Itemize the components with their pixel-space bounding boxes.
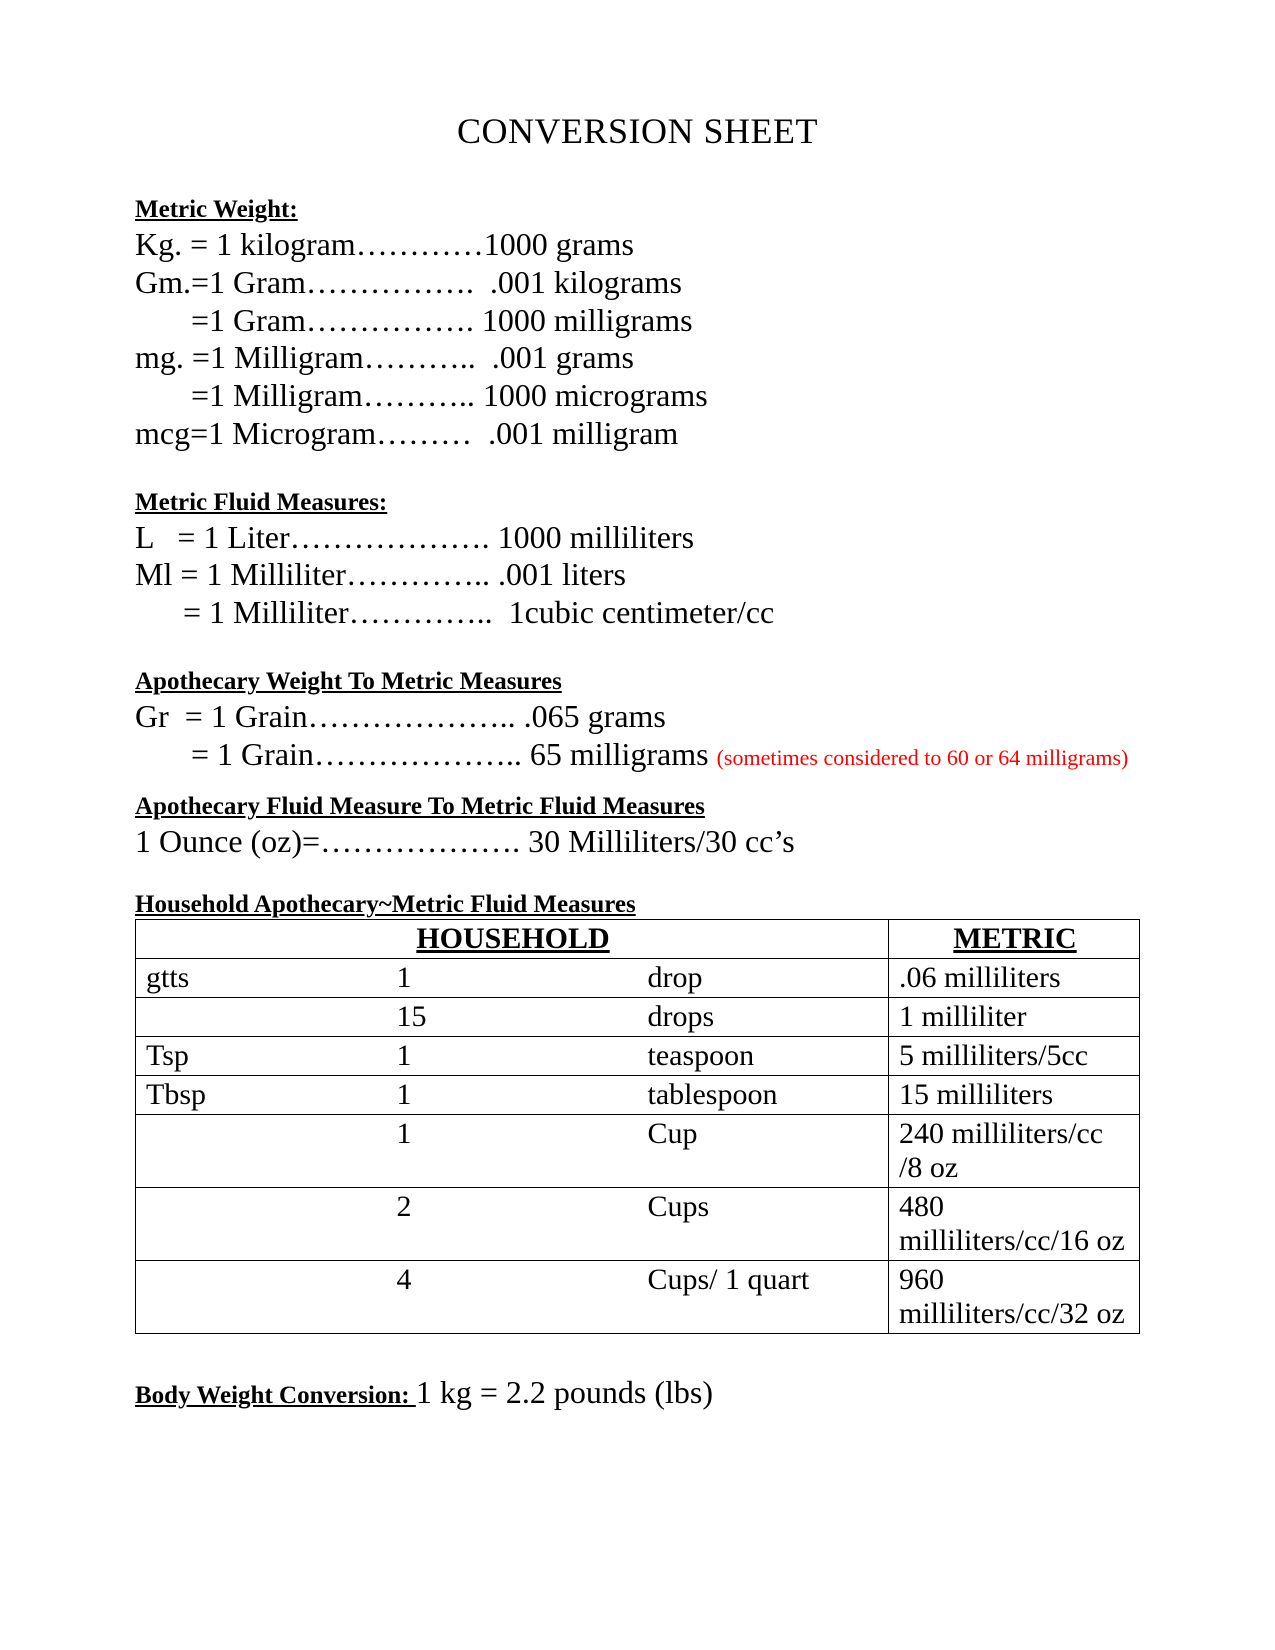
metric-weight-line: mcg=1 Microgram……… .001 milligram xyxy=(135,415,1140,453)
table-row: 15 drops 1 milliliter xyxy=(136,998,1140,1037)
section-body-weight: Body Weight Conversion: 1 kg = 2.2 pound… xyxy=(135,1374,1140,1411)
household-qty: 1 xyxy=(387,1115,638,1188)
household-abbr xyxy=(136,1115,387,1188)
metric-fluid-line: = 1 Milliliter………….. 1cubic centimeter/c… xyxy=(135,594,1140,632)
household-unit: Cups/ 1 quart xyxy=(638,1261,889,1334)
household-unit: Cup xyxy=(638,1115,889,1188)
household-unit: Cups xyxy=(638,1188,889,1261)
household-unit: drops xyxy=(638,998,889,1037)
household-qty: 4 xyxy=(387,1261,638,1334)
household-qty: 1 xyxy=(387,959,638,998)
household-abbr: Tbsp xyxy=(136,1076,387,1115)
metric-value: 960 milliliters/cc/32 oz xyxy=(889,1261,1140,1334)
section-apothecary-weight: Apothecary Weight To Metric Measures Gr … xyxy=(135,668,1140,774)
metric-value: 240 milliliters/cc /8 oz xyxy=(889,1115,1140,1188)
section-household: Household Apothecary~Metric Fluid Measur… xyxy=(135,891,1140,1334)
household-qty: 2 xyxy=(387,1188,638,1261)
apothecary-weight-line-with-note: = 1 Grain……………….. 65 milligrams (sometim… xyxy=(135,736,1140,774)
table-row: Tsp 1 teaspoon 5 milliliters/5cc xyxy=(136,1037,1140,1076)
apothecary-fluid-line: 1 Ounce (oz)=………………. 30 Milliliters/30 c… xyxy=(135,823,1140,861)
household-abbr xyxy=(136,998,387,1037)
household-qty: 15 xyxy=(387,998,638,1037)
table-row: 4 Cups/ 1 quart 960 milliliters/cc/32 oz xyxy=(136,1261,1140,1334)
section-apothecary-fluid: Apothecary Fluid Measure To Metric Fluid… xyxy=(135,793,1140,861)
body-weight-label: Body Weight Conversion: xyxy=(135,1382,416,1409)
metric-value: 15 milliliters xyxy=(889,1076,1140,1115)
household-unit: teaspoon xyxy=(638,1037,889,1076)
household-abbr: Tsp xyxy=(136,1037,387,1076)
household-abbr xyxy=(136,1261,387,1334)
metric-value: 480 milliliters/cc/16 oz xyxy=(889,1188,1140,1261)
household-abbr: gtts xyxy=(136,959,387,998)
section-metric-weight: Metric Weight: Kg. = 1 kilogram…………1000 … xyxy=(135,196,1140,453)
apothecary-weight-line: = 1 Grain……………….. 65 milligrams xyxy=(135,736,717,772)
heading-metric-fluid: Metric Fluid Measures: xyxy=(135,489,1140,517)
metric-value: .06 milliliters xyxy=(889,959,1140,998)
heading-apothecary-weight: Apothecary Weight To Metric Measures xyxy=(135,668,1140,696)
col-metric: METRIC xyxy=(889,920,1140,959)
metric-weight-line: mg. =1 Milligram……….. .001 grams xyxy=(135,339,1140,377)
col-household: HOUSEHOLD xyxy=(136,920,889,959)
table-header-row: HOUSEHOLD METRIC xyxy=(136,920,1140,959)
metric-value: 1 milliliter xyxy=(889,998,1140,1037)
heading-apothecary-fluid: Apothecary Fluid Measure To Metric Fluid… xyxy=(135,793,1140,821)
page-title: CONVERSION SHEET xyxy=(135,110,1140,152)
metric-fluid-line: L = 1 Liter………………. 1000 milliliters xyxy=(135,519,1140,557)
apothecary-weight-note: (sometimes considered to 60 or 64 millig… xyxy=(717,745,1129,770)
heading-household: Household Apothecary~Metric Fluid Measur… xyxy=(135,891,1140,919)
table-row: 2 Cups 480 milliliters/cc/16 oz xyxy=(136,1188,1140,1261)
table-row: Tbsp 1 tablespoon 15 milliliters xyxy=(136,1076,1140,1115)
metric-value: 5 milliliters/5cc xyxy=(889,1037,1140,1076)
metric-fluid-line: Ml = 1 Milliliter………….. .001 liters xyxy=(135,556,1140,594)
metric-weight-line: =1 Gram……………. 1000 milligrams xyxy=(135,302,1140,340)
household-unit: drop xyxy=(638,959,889,998)
household-unit: tablespoon xyxy=(638,1076,889,1115)
body-weight-value: 1 kg = 2.2 pounds (lbs) xyxy=(416,1374,713,1410)
page: CONVERSION SHEET Metric Weight: Kg. = 1 … xyxy=(0,0,1275,1411)
heading-metric-weight: Metric Weight: xyxy=(135,196,1140,224)
table-row: 1 Cup 240 milliliters/cc /8 oz xyxy=(136,1115,1140,1188)
table-row: gtts 1 drop .06 milliliters xyxy=(136,959,1140,998)
household-abbr xyxy=(136,1188,387,1261)
household-qty: 1 xyxy=(387,1076,638,1115)
metric-weight-line: =1 Milligram……….. 1000 micrograms xyxy=(135,377,1140,415)
household-qty: 1 xyxy=(387,1037,638,1076)
metric-weight-line: Kg. = 1 kilogram…………1000 grams xyxy=(135,226,1140,264)
section-metric-fluid: Metric Fluid Measures: L = 1 Liter………………… xyxy=(135,489,1140,632)
apothecary-weight-line: Gr = 1 Grain……………….. .065 grams xyxy=(135,698,1140,736)
metric-weight-line: Gm.=1 Gram……………. .001 kilograms xyxy=(135,264,1140,302)
household-table: HOUSEHOLD METRIC gtts 1 drop .06 millili… xyxy=(135,919,1140,1334)
